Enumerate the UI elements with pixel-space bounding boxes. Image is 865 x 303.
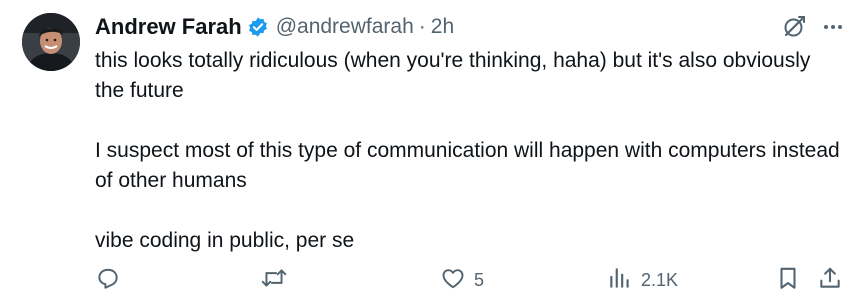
heart-icon bbox=[440, 265, 466, 296]
tweet-paragraph: vibe coding in public, per se bbox=[95, 229, 355, 252]
author-handle[interactable]: @andrewfarah bbox=[276, 15, 414, 39]
repost-button[interactable] bbox=[260, 262, 296, 298]
tweet-paragraph: I suspect most of this type of communica… bbox=[95, 139, 840, 192]
bookmark-button[interactable] bbox=[775, 262, 801, 298]
share-button[interactable] bbox=[817, 262, 843, 298]
verified-badge-icon[interactable] bbox=[247, 16, 269, 38]
analytics-icon bbox=[607, 265, 633, 296]
tweet-text: this looks totally ridiculous (when you'… bbox=[95, 46, 845, 256]
views-count: 2.1K bbox=[641, 269, 679, 290]
like-count: 5 bbox=[474, 269, 485, 290]
share-icon bbox=[817, 265, 843, 296]
action-bar: 5 2.1K bbox=[95, 262, 850, 298]
repost-icon bbox=[260, 265, 288, 296]
tweet[interactable]: Andrew Farah @andrewfarah · 2h this look… bbox=[0, 0, 865, 303]
top-actions bbox=[781, 14, 845, 45]
views-button[interactable]: 2.1K bbox=[607, 262, 678, 298]
tweet-timestamp[interactable]: 2h bbox=[431, 15, 454, 39]
reply-icon bbox=[95, 265, 121, 296]
avatar[interactable] bbox=[22, 13, 80, 71]
separator-dot: · bbox=[418, 15, 426, 38]
tweet-header: Andrew Farah @andrewfarah · 2h bbox=[95, 13, 454, 41]
more-icon[interactable] bbox=[821, 15, 845, 44]
reply-button[interactable] bbox=[95, 262, 129, 298]
grok-icon[interactable] bbox=[781, 14, 807, 45]
like-button[interactable]: 5 bbox=[440, 262, 484, 298]
author-name[interactable]: Andrew Farah bbox=[95, 14, 242, 40]
tweet-paragraph: this looks totally ridiculous (when you'… bbox=[95, 49, 811, 102]
bookmark-icon bbox=[775, 265, 801, 296]
